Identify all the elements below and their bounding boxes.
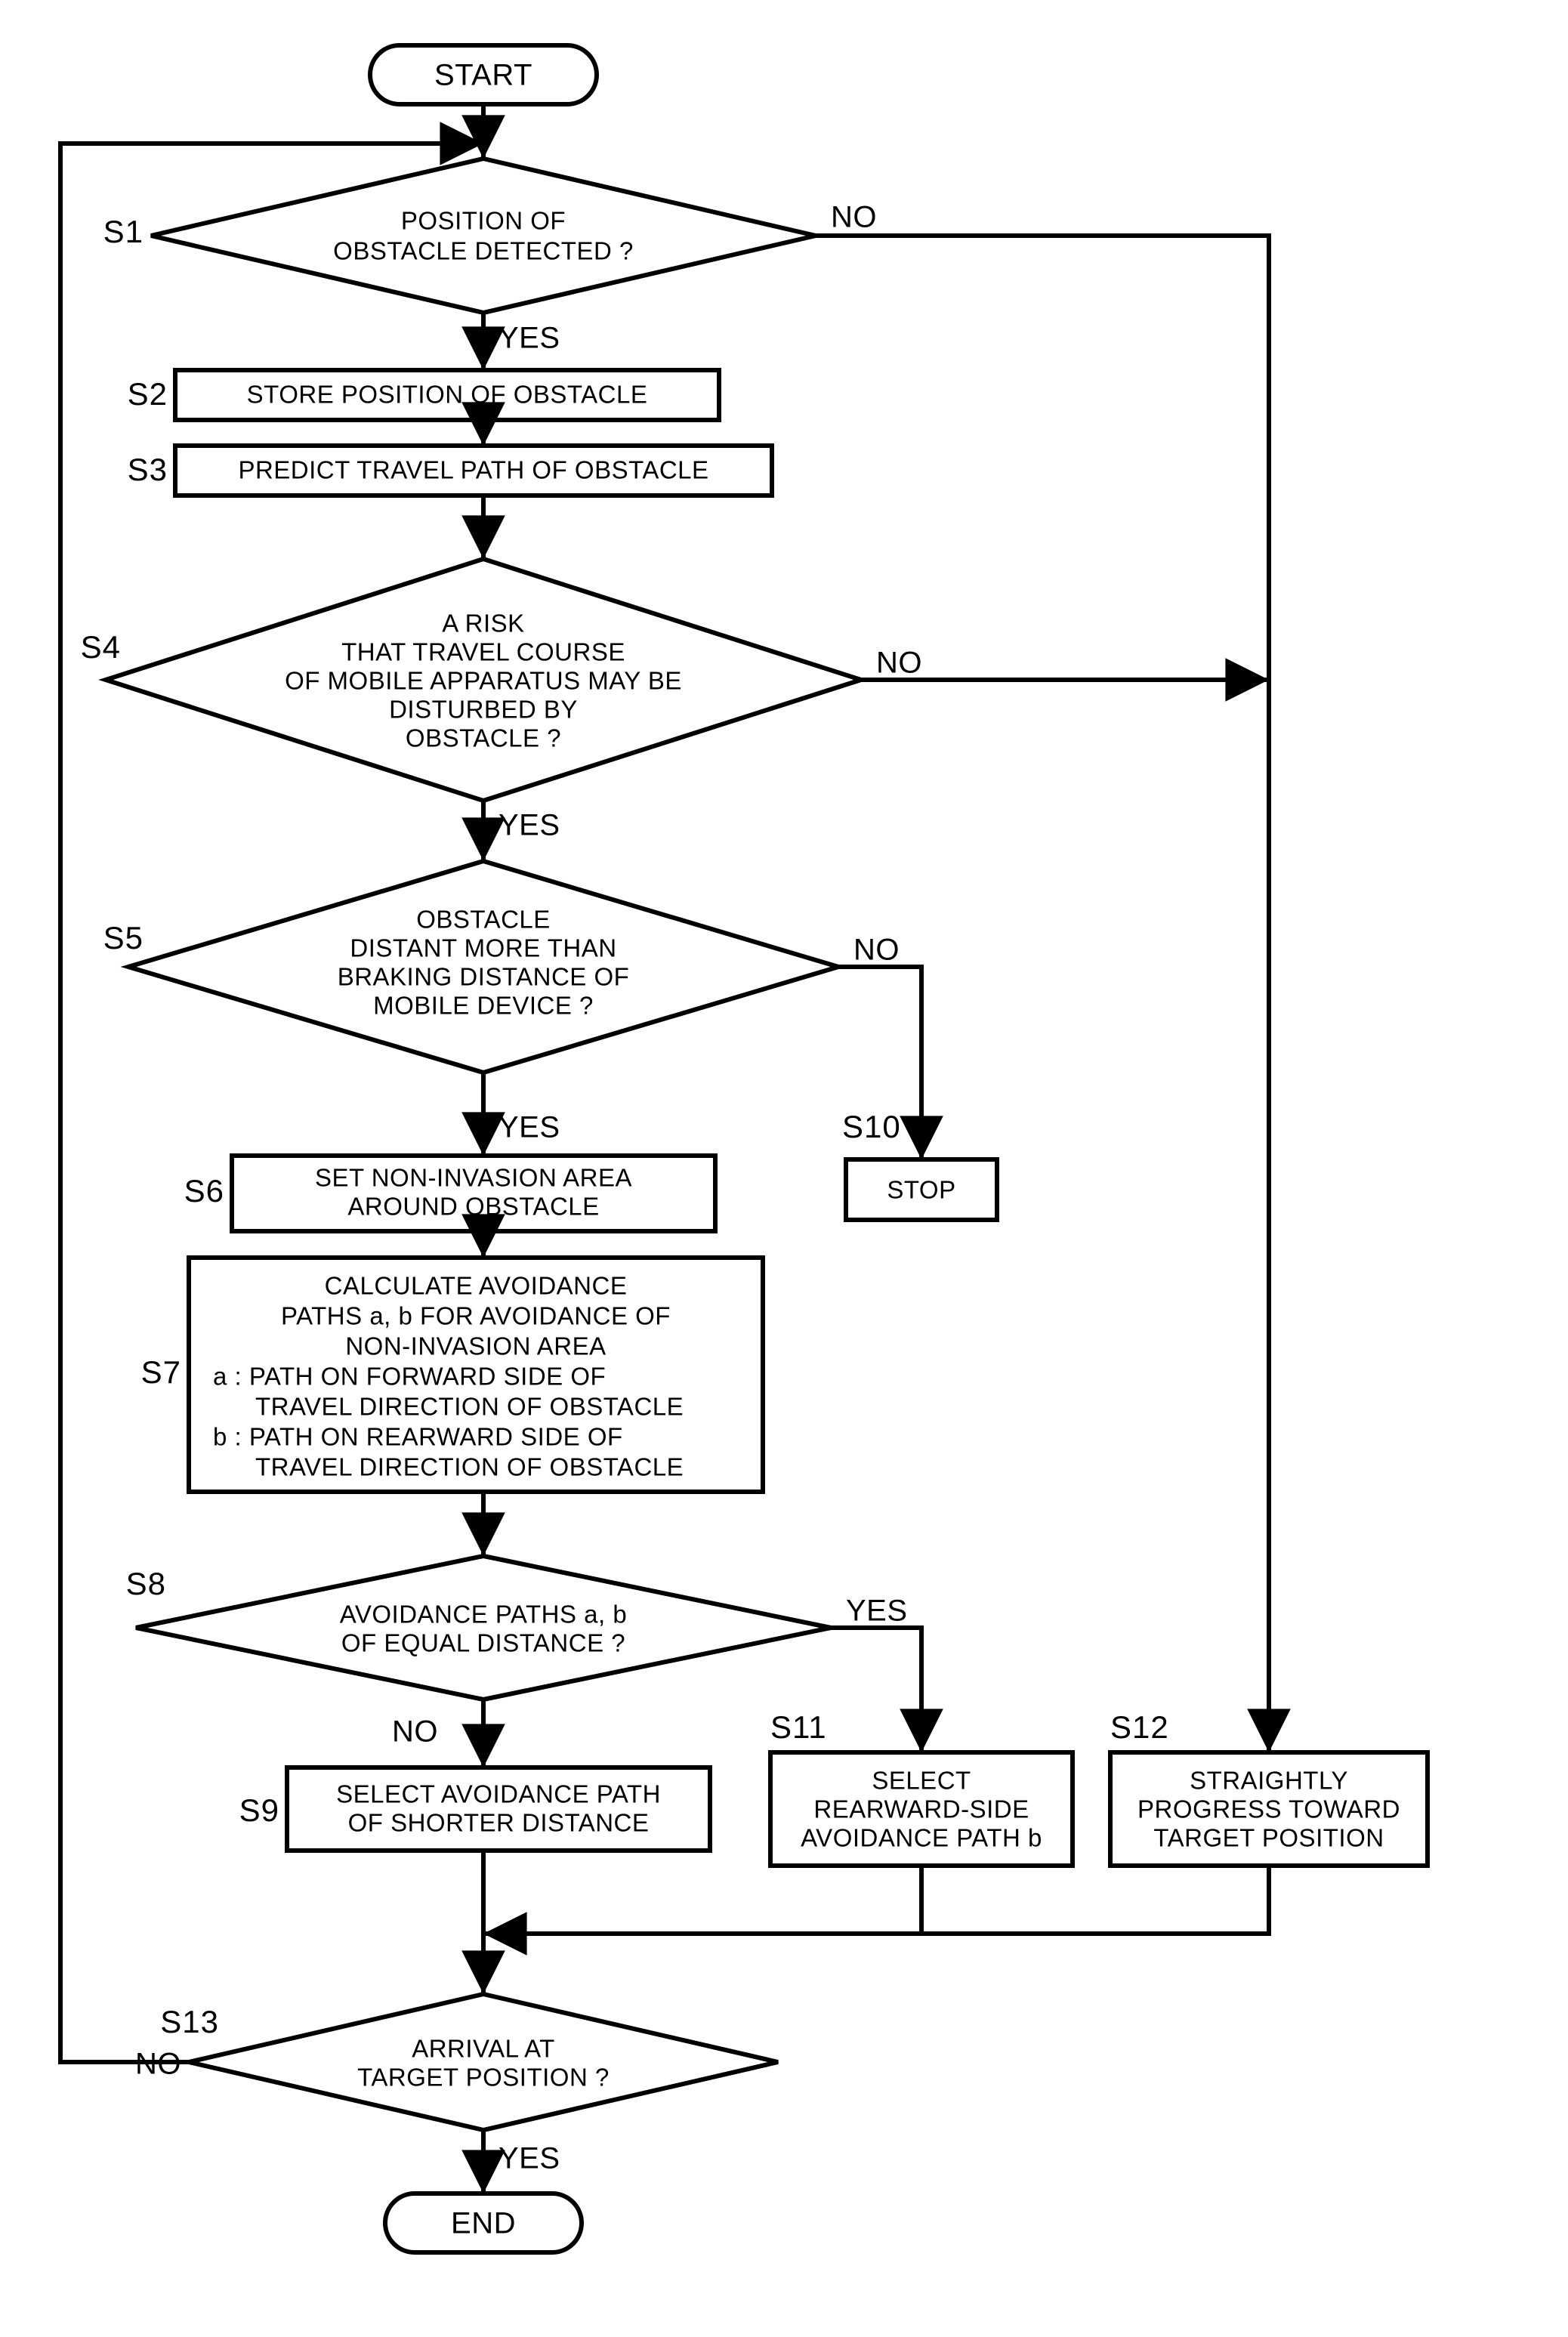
svg-text:OBSTACLE DETECTED ?: OBSTACLE DETECTED ? [333, 237, 634, 265]
svg-text:STORE POSITION OF OBSTACLE: STORE POSITION OF OBSTACLE [247, 381, 648, 409]
svg-text:S10: S10 [842, 1109, 901, 1144]
svg-text:YES: YES [498, 2142, 560, 2175]
svg-text:b : PATH ON REARWARD SIDE OF: b : PATH ON REARWARD SIDE OF [213, 1423, 623, 1451]
svg-text:START: START [434, 59, 532, 92]
svg-text:S7: S7 [141, 1354, 181, 1390]
svg-text:NO: NO [876, 647, 922, 680]
svg-text:S3: S3 [128, 452, 168, 487]
svg-text:YES: YES [498, 322, 560, 355]
svg-text:PATHS a, b FOR AVOIDANCE OF: PATHS a, b FOR AVOIDANCE OF [281, 1302, 671, 1330]
svg-text:a : PATH ON FORWARD SIDE OF: a : PATH ON FORWARD SIDE OF [213, 1363, 606, 1391]
svg-text:OBSTACLE ?: OBSTACLE ? [406, 724, 561, 752]
svg-text:YES: YES [846, 1595, 908, 1628]
svg-text:S13: S13 [160, 2004, 219, 2039]
svg-text:PROGRESS TOWARD: PROGRESS TOWARD [1137, 1795, 1400, 1823]
s4-decision: S4 A RISK THAT TRAVEL COURSE OF MOBILE A… [81, 559, 922, 842]
svg-text:REARWARD-SIDE: REARWARD-SIDE [813, 1795, 1029, 1823]
svg-text:OF MOBILE APPARATUS MAY BE: OF MOBILE APPARATUS MAY BE [285, 667, 682, 695]
svg-text:S6: S6 [184, 1173, 224, 1209]
svg-text:PREDICT TRAVEL PATH OF OBSTACL: PREDICT TRAVEL PATH OF OBSTACLE [238, 456, 708, 484]
flowchart: START S1 POSITION OF OBSTACLE DETECTED ?… [0, 0, 1568, 2337]
svg-text:STRAIGHTLY: STRAIGHTLY [1190, 1767, 1348, 1795]
s9-process: S9 SELECT AVOIDANCE PATH OF SHORTER DIST… [239, 1767, 710, 1851]
end-terminator: END [385, 2193, 582, 2252]
s13-decision: S13 NO ARRIVAL AT TARGET POSITION ? YES [135, 1994, 778, 2175]
svg-text:TARGET POSITION: TARGET POSITION [1153, 1824, 1384, 1852]
s3-process: S3 PREDICT TRAVEL PATH OF OBSTACLE [128, 446, 772, 495]
svg-text:S5: S5 [103, 920, 144, 955]
svg-text:BRAKING DISTANCE OF: BRAKING DISTANCE OF [338, 963, 630, 991]
svg-text:OF SHORTER DISTANCE: OF SHORTER DISTANCE [348, 1809, 650, 1837]
s7-process: S7 CALCULATE AVOIDANCE PATHS a, b FOR AV… [141, 1258, 763, 1492]
svg-text:END: END [451, 2207, 516, 2240]
svg-text:OBSTACLE: OBSTACLE [416, 906, 551, 934]
s1-decision: S1 POSITION OF OBSTACLE DETECTED ? YES N… [103, 159, 877, 355]
s6-process: S6 SET NON-INVASION AREA AROUND OBSTACLE [184, 1156, 715, 1231]
svg-text:YES: YES [498, 809, 560, 842]
svg-text:SELECT: SELECT [872, 1767, 971, 1795]
svg-text:AVOIDANCE PATHS a, b: AVOIDANCE PATHS a, b [340, 1601, 627, 1628]
s5-decision: S5 OBSTACLE DISTANT MORE THAN BRAKING DI… [103, 861, 900, 1144]
svg-text:SELECT AVOIDANCE PATH: SELECT AVOIDANCE PATH [336, 1780, 661, 1808]
svg-text:S2: S2 [128, 376, 168, 412]
svg-text:AVOIDANCE PATH b: AVOIDANCE PATH b [801, 1824, 1042, 1852]
svg-text:TARGET POSITION ?: TARGET POSITION ? [357, 2064, 610, 2092]
start-terminator: START [370, 45, 597, 104]
svg-text:S1: S1 [103, 214, 144, 249]
svg-text:STOP: STOP [887, 1176, 955, 1204]
svg-text:THAT TRAVEL COURSE: THAT TRAVEL COURSE [341, 638, 625, 666]
svg-text:MOBILE DEVICE ?: MOBILE DEVICE ? [373, 992, 594, 1020]
svg-text:S9: S9 [239, 1792, 279, 1828]
svg-text:CALCULATE AVOIDANCE: CALCULATE AVOIDANCE [325, 1272, 628, 1300]
svg-text:S11: S11 [770, 1709, 827, 1745]
svg-text:DISTURBED BY: DISTURBED BY [389, 696, 578, 724]
svg-text:ARRIVAL AT: ARRIVAL AT [412, 2035, 555, 2063]
svg-text:YES: YES [498, 1111, 560, 1144]
svg-text:DISTANT MORE THAN: DISTANT MORE THAN [350, 934, 616, 962]
svg-text:AROUND OBSTACLE: AROUND OBSTACLE [347, 1193, 599, 1221]
svg-text:NO: NO [831, 201, 877, 234]
s2-process: S2 STORE POSITION OF OBSTACLE [128, 370, 719, 420]
svg-text:OF EQUAL DISTANCE ?: OF EQUAL DISTANCE ? [341, 1629, 625, 1657]
svg-text:S4: S4 [81, 629, 121, 665]
svg-text:NO: NO [853, 934, 900, 967]
svg-text:A RISK: A RISK [442, 610, 524, 638]
svg-text:SET NON-INVASION AREA: SET NON-INVASION AREA [315, 1164, 632, 1192]
svg-text:POSITION OF: POSITION OF [401, 207, 566, 235]
svg-text:S12: S12 [1110, 1709, 1169, 1745]
svg-text:TRAVEL DIRECTION OF OBSTACLE: TRAVEL DIRECTION OF OBSTACLE [255, 1393, 684, 1421]
svg-text:S8: S8 [126, 1566, 166, 1601]
svg-text:NO: NO [392, 1715, 438, 1749]
svg-text:NON-INVASION AREA: NON-INVASION AREA [345, 1332, 606, 1360]
svg-text:TRAVEL DIRECTION OF OBSTACLE: TRAVEL DIRECTION OF OBSTACLE [255, 1453, 684, 1481]
